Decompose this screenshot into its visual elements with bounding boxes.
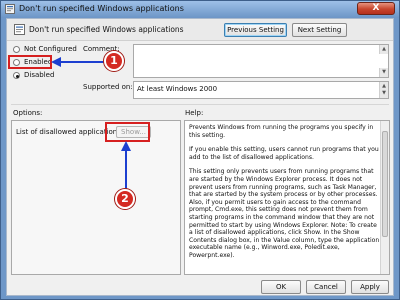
options-label: Options: — [13, 109, 43, 117]
radio-not-configured-dot[interactable] — [13, 46, 20, 53]
section-divider — [11, 104, 389, 105]
window-title: Don't run specified Windows applications — [19, 4, 184, 13]
arrow-2-line — [125, 150, 127, 189]
options-pane: List of disallowed applications Show... — [11, 120, 181, 275]
next-setting-button[interactable]: Next Setting — [292, 23, 347, 37]
policy-icon — [5, 4, 15, 14]
ok-button[interactable]: OK — [261, 280, 301, 294]
show-button-highlight-box — [105, 122, 150, 142]
supported-scroll-down-icon[interactable]: ▼ — [379, 89, 388, 98]
help-scrollbar[interactable] — [380, 121, 389, 274]
step-badge-2: 2 — [115, 189, 135, 209]
help-paragraph: Prevents Windows from running the progra… — [189, 124, 374, 139]
radio-disabled[interactable]: Disabled — [13, 71, 73, 81]
radio-disabled-dot[interactable] — [13, 72, 20, 79]
radio-disabled-label: Disabled — [24, 71, 55, 79]
supported-on-value: At least Windows 2000 — [137, 85, 218, 93]
setting-icon — [14, 24, 25, 35]
help-label: Help: — [185, 109, 204, 117]
comment-scroll-up-icon[interactable]: ▲ — [379, 45, 388, 54]
comment-scroll-down-icon[interactable]: ▼ — [379, 68, 388, 77]
help-text: Prevents Windows from running the progra… — [189, 124, 381, 267]
dialog-body: Don't run specified Windows applications… — [6, 18, 394, 296]
title-bar[interactable]: Don't run specified Windows applications… — [1, 1, 399, 18]
setting-title: Don't run specified Windows applications — [29, 25, 184, 34]
previous-setting-button[interactable]: Previous Setting — [224, 23, 287, 37]
supported-on-field: At least Windows 2000 ▲ ▼ — [133, 81, 389, 99]
header-strip: Don't run specified Windows applications… — [7, 19, 393, 41]
dialog-window: Don't run specified Windows applications… — [0, 0, 400, 300]
radio-not-configured[interactable]: Not Configured — [13, 45, 93, 55]
step-badge-1: 1 — [104, 51, 124, 71]
close-button[interactable]: X — [357, 2, 395, 15]
enabled-highlight-box — [8, 55, 52, 69]
help-scrollbar-thumb[interactable] — [382, 131, 388, 237]
help-paragraph: If you enable this setting, users cannot… — [189, 146, 379, 161]
help-paragraph: This setting only prevents users from ru… — [189, 168, 380, 259]
supported-on-label: Supported on: — [83, 83, 133, 91]
help-pane: Prevents Windows from running the progra… — [184, 120, 390, 275]
apply-button[interactable]: Apply — [351, 280, 389, 294]
radio-not-configured-label: Not Configured — [24, 45, 77, 53]
cancel-button[interactable]: Cancel — [306, 280, 346, 294]
comment-field[interactable]: ▲ ▼ — [133, 44, 389, 78]
arrow-1-line — [59, 61, 104, 63]
arrow-1-head-icon — [51, 57, 61, 67]
